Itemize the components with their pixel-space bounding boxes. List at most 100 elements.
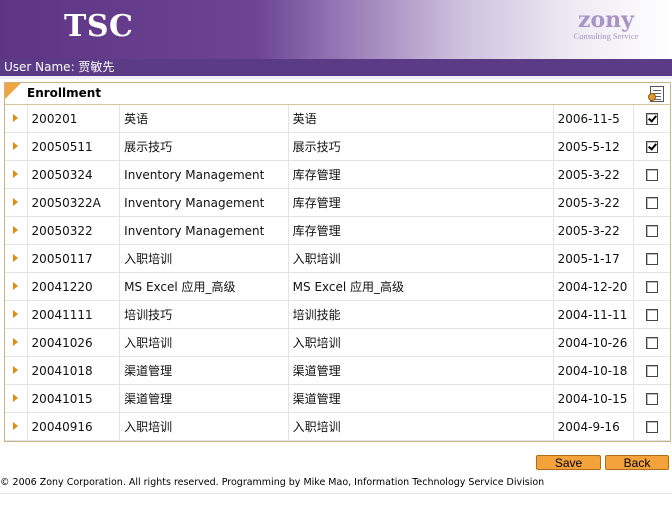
table-row: 20040916 入职培训 入职培训 2004-9-16 bbox=[5, 412, 670, 441]
row-arrow-icon bbox=[13, 142, 18, 150]
course-name-cn-cell: 渠道管理 bbox=[288, 384, 554, 413]
course-name-cell: 入职培训 bbox=[119, 244, 289, 273]
select-cell bbox=[633, 384, 670, 413]
enroll-checkbox[interactable] bbox=[646, 113, 659, 125]
table-row: 20050322 Inventory Management 库存管理 2005-3-2… bbox=[5, 216, 670, 245]
table-row: 20050511 展示技巧 展示技巧 2005-5-12 bbox=[5, 132, 670, 161]
row-arrow-icon bbox=[13, 338, 18, 346]
row-arrow-icon bbox=[13, 366, 18, 374]
row-arrow-icon bbox=[13, 282, 18, 290]
enroll-checkbox[interactable] bbox=[646, 253, 659, 265]
table-row: 20041015 渠道管理 渠道管理 2004-10-15 bbox=[5, 384, 670, 413]
table-row: 20050117 入职培训 入职培训 2005-1-17 bbox=[5, 244, 670, 273]
select-cell bbox=[633, 412, 670, 441]
enroll-date-cell: 2005-3-22 bbox=[553, 216, 635, 245]
enroll-date-cell: 2005-1-17 bbox=[553, 244, 635, 273]
enroll-date-cell: 2004-10-26 bbox=[553, 328, 635, 357]
enroll-checkbox[interactable] bbox=[646, 197, 659, 209]
enroll-checkbox[interactable] bbox=[646, 309, 659, 321]
course-name-cell: 英语 bbox=[119, 105, 289, 133]
enroll-checkbox[interactable] bbox=[646, 281, 659, 293]
row-marker bbox=[5, 384, 28, 413]
row-marker bbox=[5, 412, 28, 441]
enrollment-panel: Enrollment 200201 英语 英语 2006-11-5 20050511 展示… bbox=[4, 82, 671, 442]
course-name-cell: 入职培训 bbox=[119, 412, 289, 441]
enrollment-table: 200201 英语 英语 2006-11-5 20050511 展示技巧 展示技巧 2005-… bbox=[5, 105, 670, 441]
header-banner: TSC zony Consulting Service bbox=[0, 0, 672, 59]
select-cell bbox=[633, 216, 670, 245]
course-name-cn-cell: 展示技巧 bbox=[288, 132, 554, 161]
course-code-cell: 20041018 bbox=[27, 356, 121, 385]
note-pad-icon[interactable] bbox=[648, 86, 664, 102]
enroll-checkbox[interactable] bbox=[646, 365, 659, 377]
row-arrow-icon bbox=[13, 254, 18, 262]
course-name-cn-cell: 库存管理 bbox=[288, 188, 554, 217]
enroll-date-cell: 2005-5-12 bbox=[553, 132, 635, 161]
enroll-date-cell: 2004-10-15 bbox=[553, 384, 635, 413]
enroll-checkbox[interactable] bbox=[646, 421, 659, 433]
select-cell bbox=[633, 300, 670, 329]
select-cell bbox=[633, 328, 670, 357]
row-arrow-icon bbox=[13, 114, 18, 122]
panel-header: Enrollment bbox=[5, 83, 670, 105]
row-marker bbox=[5, 216, 28, 245]
back-button[interactable]: Back bbox=[605, 455, 669, 470]
company-logo: zony Consulting Service bbox=[560, 8, 652, 41]
table-row: 20041111 培训技巧 培训技能 2004-11-11 bbox=[5, 300, 670, 329]
logo-wordmark: zony bbox=[578, 7, 634, 33]
enroll-checkbox[interactable] bbox=[646, 141, 659, 153]
course-code-cell: 20050324 bbox=[27, 160, 121, 189]
user-bar: User Name: 贾敏先 bbox=[0, 59, 672, 76]
enroll-checkbox[interactable] bbox=[646, 225, 659, 237]
table-row: 20041018 渠道管理 渠道管理 2004-10-18 bbox=[5, 356, 670, 385]
row-marker bbox=[5, 188, 28, 217]
enroll-checkbox[interactable] bbox=[646, 169, 659, 181]
enroll-date-cell: 2006-11-5 bbox=[553, 105, 635, 133]
save-button[interactable]: Save bbox=[536, 455, 601, 470]
row-marker bbox=[5, 300, 28, 329]
course-name-cn-cell: MS Excel 应用_高级 bbox=[288, 272, 554, 301]
select-cell bbox=[633, 105, 670, 133]
enroll-date-cell: 2005-3-22 bbox=[553, 188, 635, 217]
panel-title: Enrollment bbox=[27, 86, 102, 100]
course-code-cell: 20041026 bbox=[27, 328, 121, 357]
table-row: 20050322A Inventory Management 库存管理 2005-3-… bbox=[5, 188, 670, 217]
course-name-cell: Inventory Management bbox=[119, 160, 289, 189]
course-name-cn-cell: 入职培训 bbox=[288, 412, 554, 441]
row-arrow-icon bbox=[13, 170, 18, 178]
table-row: 20050324 Inventory Management 库存管理 2005-3-2… bbox=[5, 160, 670, 189]
row-arrow-icon bbox=[13, 226, 18, 234]
row-marker bbox=[5, 356, 28, 385]
select-cell bbox=[633, 132, 670, 161]
brand-title: TSC bbox=[64, 9, 134, 44]
row-marker bbox=[5, 132, 28, 161]
course-name-cell: 渠道管理 bbox=[119, 356, 289, 385]
enroll-checkbox[interactable] bbox=[646, 393, 659, 405]
logo-tagline: Consulting Service bbox=[573, 31, 639, 41]
course-name-cn-cell: 渠道管理 bbox=[288, 356, 554, 385]
course-name-cell: Inventory Management bbox=[119, 216, 289, 245]
select-cell bbox=[633, 272, 670, 301]
enroll-checkbox[interactable] bbox=[646, 337, 659, 349]
enroll-date-cell: 2004-9-16 bbox=[553, 412, 635, 441]
row-marker bbox=[5, 328, 28, 357]
enroll-date-cell: 2004-12-20 bbox=[553, 272, 635, 301]
course-code-cell: 20040916 bbox=[27, 412, 121, 441]
course-name-cell: 培训技巧 bbox=[119, 300, 289, 329]
select-cell bbox=[633, 356, 670, 385]
footer-divider bbox=[0, 493, 672, 494]
row-arrow-icon bbox=[13, 394, 18, 402]
table-row: 20041026 入职培训 入职培训 2004-10-26 bbox=[5, 328, 670, 357]
enroll-date-cell: 2005-3-22 bbox=[553, 160, 635, 189]
row-arrow-icon bbox=[13, 198, 18, 206]
course-name-cell: 展示技巧 bbox=[119, 132, 289, 161]
select-cell bbox=[633, 244, 670, 273]
course-name-cn-cell: 库存管理 bbox=[288, 160, 554, 189]
course-code-cell: 20050322A bbox=[27, 188, 121, 217]
table-row: 200201 英语 英语 2006-11-5 bbox=[5, 105, 670, 133]
course-name-cell: 入职培训 bbox=[119, 328, 289, 357]
enroll-date-cell: 2004-11-11 bbox=[553, 300, 635, 329]
course-name-cn-cell: 库存管理 bbox=[288, 216, 554, 245]
course-name-cn-cell: 入职培训 bbox=[288, 244, 554, 273]
row-marker bbox=[5, 272, 28, 301]
